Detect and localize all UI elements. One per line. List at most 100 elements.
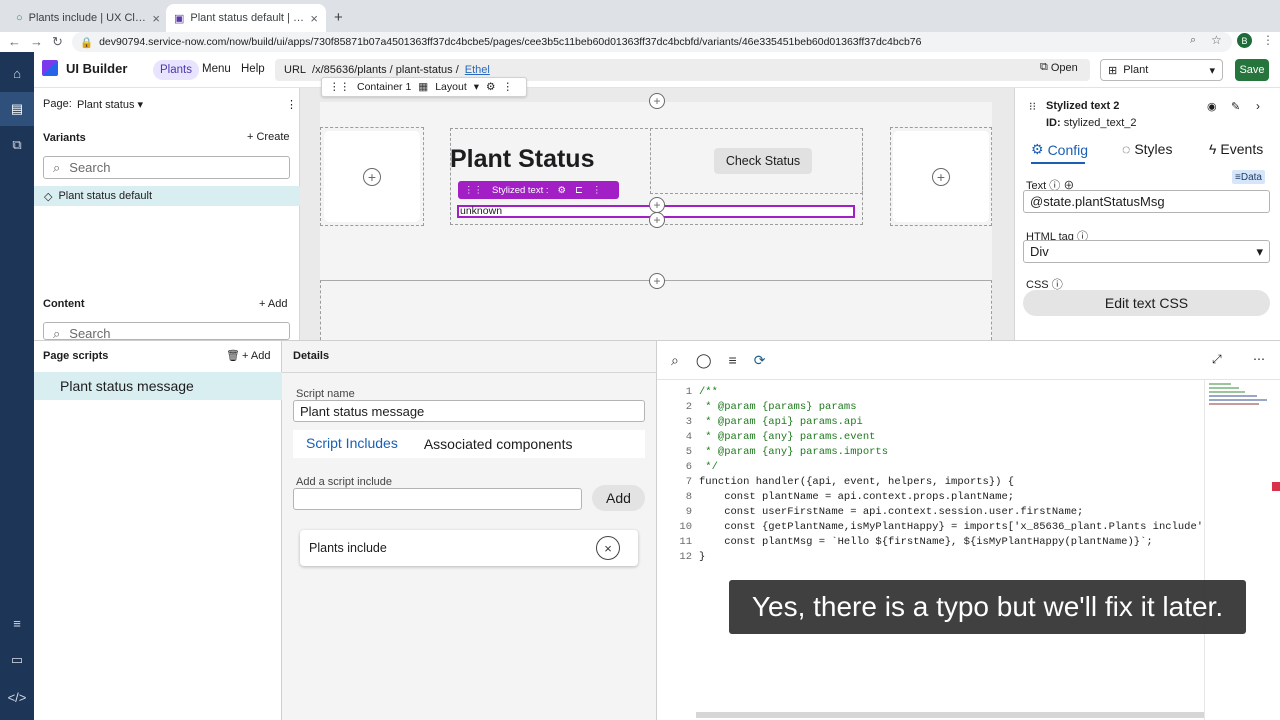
plant-status-heading[interactable]: Plant Status <box>450 145 594 174</box>
code-line[interactable]: const plantMsg = `Hello ${firstName}, ${… <box>699 536 1152 548</box>
script-include-icon[interactable]: ⟳ <box>754 352 766 369</box>
menu-link[interactable]: Menu <box>202 63 231 75</box>
data-badge[interactable]: ≡ Data <box>1232 170 1265 184</box>
code-line[interactable]: } <box>699 551 705 563</box>
globe-icon: ○ <box>16 12 23 24</box>
code-line[interactable]: const plantName = api.context.props.plan… <box>699 491 1014 503</box>
preview-icon[interactable]: ▭ <box>0 643 34 677</box>
check-status-button[interactable]: Check Status <box>714 148 812 174</box>
browser-menu-icon[interactable]: ⋮ <box>1262 33 1274 47</box>
trash-icon[interactable]: 🗑 <box>226 349 240 362</box>
code-line[interactable]: * @param {api} params.api <box>699 416 863 428</box>
data-badge-label: Data <box>1240 171 1262 183</box>
html-tag-select[interactable]: Div ▾ <box>1023 240 1270 263</box>
code-line[interactable]: /** <box>699 386 718 398</box>
container-toolbar[interactable]: ⋮⋮ Container 1 ▦ Layout ▾ ⚙ ⋮ <box>321 77 527 97</box>
edit-icon[interactable]: ✎ <box>1231 100 1240 113</box>
add-script-button[interactable]: + Add <box>242 350 270 362</box>
text-input[interactable]: @state.plantStatusMsg <box>1023 190 1270 213</box>
add-icon[interactable]: + <box>932 167 950 186</box>
url-field[interactable]: 🔒 dev90794.service-now.com/now/build/ui/… <box>72 32 1232 52</box>
browser-tab[interactable]: ○ Plants include | UX Client Scrip × <box>8 4 168 32</box>
script-include-input[interactable] <box>293 488 582 510</box>
new-tab-icon[interactable]: + <box>334 9 343 26</box>
comment-icon[interactable]: ◯ <box>696 352 712 369</box>
search-icon: ⌕ <box>53 159 61 175</box>
add-icon[interactable]: + <box>649 93 665 109</box>
code-line[interactable]: * @param {any} params.event <box>699 431 875 443</box>
close-icon[interactable]: × <box>152 11 160 26</box>
tree-icon[interactable]: ⊏ <box>575 185 583 196</box>
app-plants-pill[interactable]: Plants <box>153 60 199 80</box>
save-button[interactable]: Save <box>1235 59 1269 81</box>
line-number: 8 <box>685 491 692 503</box>
add-icon[interactable]: + <box>363 167 381 186</box>
star-icon[interactable]: ☆ <box>1211 33 1222 47</box>
stylized-text-toolbar[interactable]: ⋮⋮ Stylized text : ⚙ ⊏ ⋮ <box>458 181 619 199</box>
add-include-label: Add a script include <box>296 476 392 488</box>
code-line[interactable]: function handler({api, event, helpers, i… <box>699 476 1014 488</box>
visibility-icon[interactable]: ◉ <box>1207 100 1217 113</box>
variant-item[interactable]: ◇ Plant status default <box>34 186 300 206</box>
add-content-button[interactable]: + Add <box>259 298 287 310</box>
help-link[interactable]: Help <box>241 63 265 75</box>
browser-tab-active[interactable]: ▣ Plant status default | NOW UI E × <box>166 4 326 32</box>
html-tag-value: Div <box>1030 244 1049 259</box>
code-line[interactable]: const {getPlantName,isMyPlantHappy} = im… <box>699 521 1204 533</box>
format-icon[interactable]: ≡ <box>729 352 737 368</box>
variant-select[interactable]: ⊞ Plant ▾ <box>1100 59 1223 81</box>
tab-config[interactable]: ⚙ Config <box>1031 141 1088 158</box>
code-line[interactable]: * @param {params} params <box>699 401 856 413</box>
code-icon[interactable]: </> <box>0 680 34 714</box>
forward-icon[interactable]: → <box>30 34 43 49</box>
expand-icon[interactable]: ⤢ <box>1212 352 1222 367</box>
pages-icon[interactable]: ▤ <box>0 92 34 126</box>
drag-handle-icon[interactable]: ⋮⋮ <box>329 81 350 93</box>
home-icon[interactable]: ⌂ <box>0 56 34 90</box>
tab-styles[interactable]: ◌ Styles <box>1122 141 1172 157</box>
editor-minimap[interactable] <box>1204 380 1268 720</box>
empty-slot[interactable]: + <box>324 131 420 222</box>
profile-avatar[interactable]: B <box>1237 33 1252 48</box>
settings-icon[interactable]: ⚙ <box>486 81 495 93</box>
edit-text-css-button[interactable]: Edit text CSS <box>1023 290 1270 316</box>
add-include-button[interactable]: Add <box>592 485 645 511</box>
tab-script-includes[interactable]: Script Includes <box>293 430 411 458</box>
more-icon[interactable]: ⋯ <box>1253 352 1265 366</box>
layout-label[interactable]: Layout <box>435 81 467 93</box>
settings-icon[interactable]: ⚙ <box>558 185 567 196</box>
components-icon[interactable]: ⧉ <box>0 128 34 162</box>
empty-slot[interactable]: + <box>893 131 989 222</box>
content-search-input[interactable]: ⌕ Search <box>43 322 290 340</box>
add-icon[interactable]: + <box>649 273 665 289</box>
data-icon[interactable]: ≡ <box>0 606 34 640</box>
remove-include-icon[interactable]: × <box>596 536 620 560</box>
variants-search-input[interactable]: ⌕ Search <box>43 156 290 179</box>
add-icon[interactable]: + <box>649 212 665 228</box>
script-name-input[interactable]: Plant status message <box>293 400 645 422</box>
reload-icon[interactable]: ↻ <box>52 34 63 50</box>
zoom-icon[interactable]: ⌕ <box>1190 34 1196 47</box>
url-param-link[interactable]: Ethel <box>465 64 490 76</box>
more-icon[interactable]: ⋮ <box>592 185 602 196</box>
open-button[interactable]: ⧉ Open <box>1040 61 1078 74</box>
search-icon[interactable]: ⌕ <box>671 352 679 369</box>
horizontal-scrollbar[interactable] <box>696 712 1204 718</box>
back-icon[interactable]: ← <box>8 34 21 49</box>
tab-associated-components[interactable]: Associated components <box>411 430 586 458</box>
chevron-right-icon[interactable]: › <box>1256 99 1260 113</box>
page-select[interactable]: Plant status ▾ <box>77 98 143 111</box>
close-icon[interactable]: × <box>310 11 318 26</box>
drag-handle-icon[interactable]: ⋮⋮ <box>464 185 483 196</box>
more-icon[interactable]: ⋮ <box>286 98 297 111</box>
component-id: ID: stylized_text_2 <box>1046 117 1137 129</box>
add-icon[interactable]: + <box>649 197 665 213</box>
variant-select-value: Plant <box>1123 64 1149 76</box>
more-icon[interactable]: ⋮ <box>502 81 513 93</box>
code-line[interactable]: */ <box>699 461 718 473</box>
script-item[interactable]: Plant status message <box>34 372 282 400</box>
code-line[interactable]: const userFirstName = api.context.sessio… <box>699 506 1083 518</box>
tab-events[interactable]: ϟ Events <box>1209 141 1263 157</box>
create-variant-button[interactable]: + Create <box>247 131 290 143</box>
code-line[interactable]: * @param {any} params.imports <box>699 446 888 458</box>
